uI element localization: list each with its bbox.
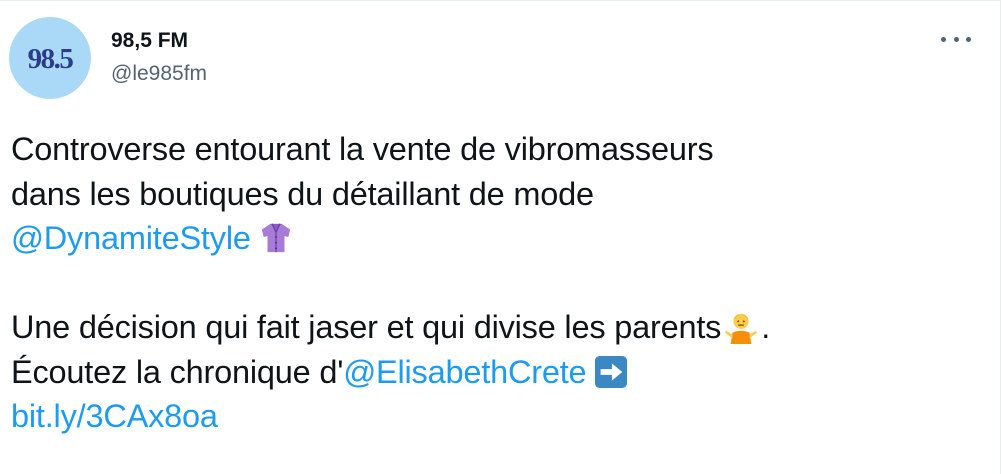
tweet-text-segment: Une décision qui fait jaser et qui divis…	[11, 309, 722, 345]
shirt-icon	[259, 221, 293, 267]
tweet-text-segment: Controverse entourant la vente de vibrom…	[11, 131, 714, 167]
avatar[interactable]: 98.5	[9, 17, 91, 99]
right-arrow-icon	[594, 355, 628, 401]
more-options-icon[interactable]	[941, 29, 971, 49]
tweet-line: Écoutez la chronique d'@ElisabethCrete	[11, 350, 996, 395]
tweet-text-segment: dans les boutiques du détaillant de mode	[11, 175, 594, 212]
avatar-logo-text: 98.5	[27, 42, 74, 75]
tweet-line: dans les boutiques du détaillant de mode	[11, 172, 996, 217]
dot	[953, 36, 959, 42]
dot	[941, 36, 946, 42]
mention-elisabethcrete[interactable]: @ElisabethCrete	[343, 354, 586, 390]
tweet-line: bit.ly/3CAx8oa	[11, 394, 996, 439]
dot	[966, 36, 971, 42]
display-name[interactable]: 98,5 FM	[111, 28, 188, 54]
tweet-line: @DynamiteStyle	[11, 216, 996, 261]
user-handle[interactable]: @le985fm	[111, 61, 207, 87]
mention-dynamitestyle[interactable]: @DynamiteStyle	[11, 220, 251, 256]
tweet-body: Controverse entourant la vente de vibrom…	[11, 127, 996, 439]
person-shrugging-icon	[723, 310, 759, 356]
tweet-line: Une décision qui fait jaser et qui divis…	[11, 305, 996, 350]
tweet-line: Controverse entourant la vente de vibrom…	[11, 127, 996, 172]
tweet-text-segment: Écoutez la chronique d'	[11, 353, 344, 390]
short-link[interactable]: bit.ly/3CAx8oa	[11, 398, 218, 434]
tweet-text-segment: .	[761, 309, 771, 345]
tweet-card: 98.5 98,5 FM @le985fm Controverse entour…	[0, 0, 1001, 474]
